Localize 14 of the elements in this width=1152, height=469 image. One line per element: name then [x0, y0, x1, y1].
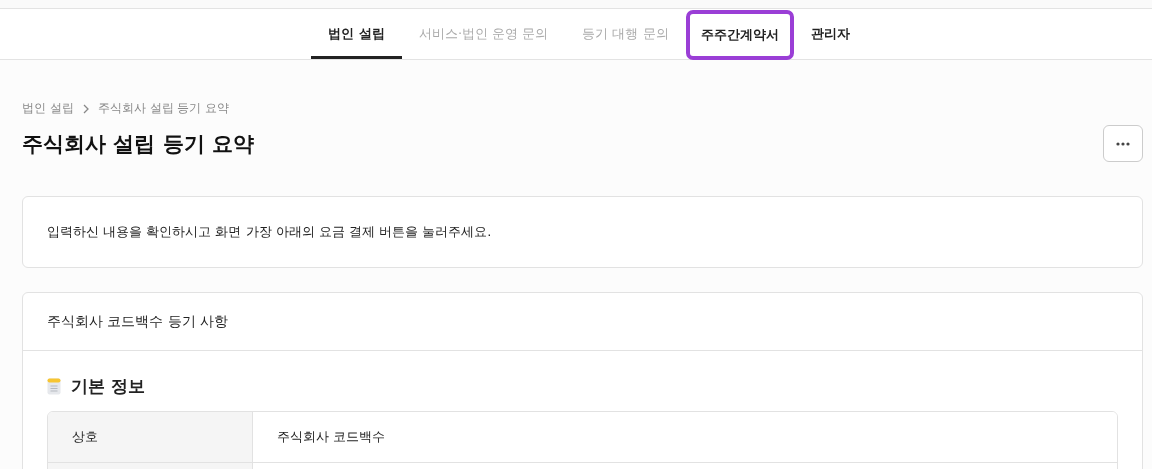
notice-text: 입력하신 내용을 확인하시고 화면 가장 아래의 요금 결제 버튼을 눌러주세요. — [47, 223, 492, 241]
nav-tab[interactable]: 주주간계약서 — [685, 9, 794, 60]
breadcrumb-link[interactable]: 주식회사 설립 등기 요약 — [97, 100, 230, 117]
section-title: 주식회사 코드백수 등기 사항 — [47, 312, 229, 331]
memo-icon — [47, 378, 61, 395]
page-title: 주식회사 설립 등기 요약 — [22, 130, 254, 158]
chevron-icon — [81, 103, 90, 114]
subsection-title: 기본 정보 — [71, 375, 145, 398]
nav-tab[interactable]: 법인 설립 — [311, 9, 402, 59]
breadcrumb-link[interactable]: 법인 설립 — [22, 100, 74, 117]
table-cell: 상호 — [48, 412, 253, 462]
more-icon — [1116, 141, 1130, 146]
more-button[interactable] — [1103, 125, 1143, 162]
nav-tab[interactable]: 관리자 — [793, 9, 867, 59]
